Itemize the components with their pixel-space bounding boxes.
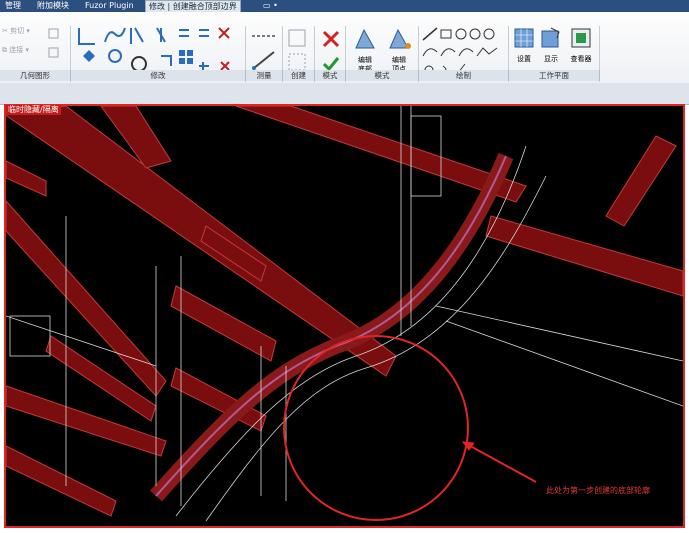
cut-tool[interactable]: ✂ 剪切 ▾ xyxy=(2,26,30,36)
tab-contextual-dropdown[interactable]: ▭ • xyxy=(260,0,281,12)
grid-plane-icon xyxy=(514,28,534,48)
scissors-icon: ✂ xyxy=(2,27,11,35)
tab-fuzor-plugin[interactable]: Fuzor Plugin xyxy=(82,0,137,12)
3d-viewport[interactable] xyxy=(4,104,685,528)
ribbon-tab-bar: 管理 附加模块 Fuzor Plugin 修改 | 创建融合顶部边界 ▭ • xyxy=(0,0,689,12)
panel-create: 创建 xyxy=(283,70,315,81)
tab-manage[interactable]: 管理 xyxy=(2,0,24,12)
workplane-viewer-button[interactable]: 查看器 xyxy=(566,26,596,76)
panel-geometry: 几何图形 xyxy=(0,70,71,81)
panel-work-plane: 工作平面 xyxy=(509,70,600,81)
temporary-hide-isolate-label: 临时隐藏/隔离 xyxy=(6,105,61,115)
join-tool[interactable]: ⧉ 连接 ▾ xyxy=(2,45,29,55)
wireframe-model xyxy=(6,106,683,522)
show-plane-icon xyxy=(541,27,560,48)
blend-vertex-icon xyxy=(389,28,411,49)
tab-modify-create-blend-top[interactable]: 修改 | 创建融合顶部边界 xyxy=(145,0,241,12)
panel-draw: 绘制 xyxy=(419,70,509,81)
measure-icons[interactable] xyxy=(250,28,280,74)
tab-addins[interactable]: 附加模块 xyxy=(34,0,72,12)
workplane-show-button[interactable]: 显示 xyxy=(539,26,563,76)
viewer-window-icon xyxy=(571,28,591,48)
annotation-note: 此处为第一步创建的底部轮廓 xyxy=(546,486,650,495)
ribbon-panel-labels: 几何图形 修改 测量 创建 模式 模式 绘制 工作平面 xyxy=(0,70,600,81)
blend-base-icon xyxy=(355,28,375,49)
create-icons[interactable] xyxy=(287,28,309,74)
panel-modify: 修改 xyxy=(71,70,246,81)
panel-mode-edit: 模式 xyxy=(346,70,419,81)
workplane-settings-button[interactable]: 设置 xyxy=(512,26,536,76)
options-bar xyxy=(0,83,689,105)
panel-mode-finish: 模式 xyxy=(315,70,346,81)
cancel-edit-icon[interactable] xyxy=(322,30,340,48)
geometry-extra-icons[interactable] xyxy=(46,26,62,66)
panel-measure: 测量 xyxy=(246,70,283,81)
